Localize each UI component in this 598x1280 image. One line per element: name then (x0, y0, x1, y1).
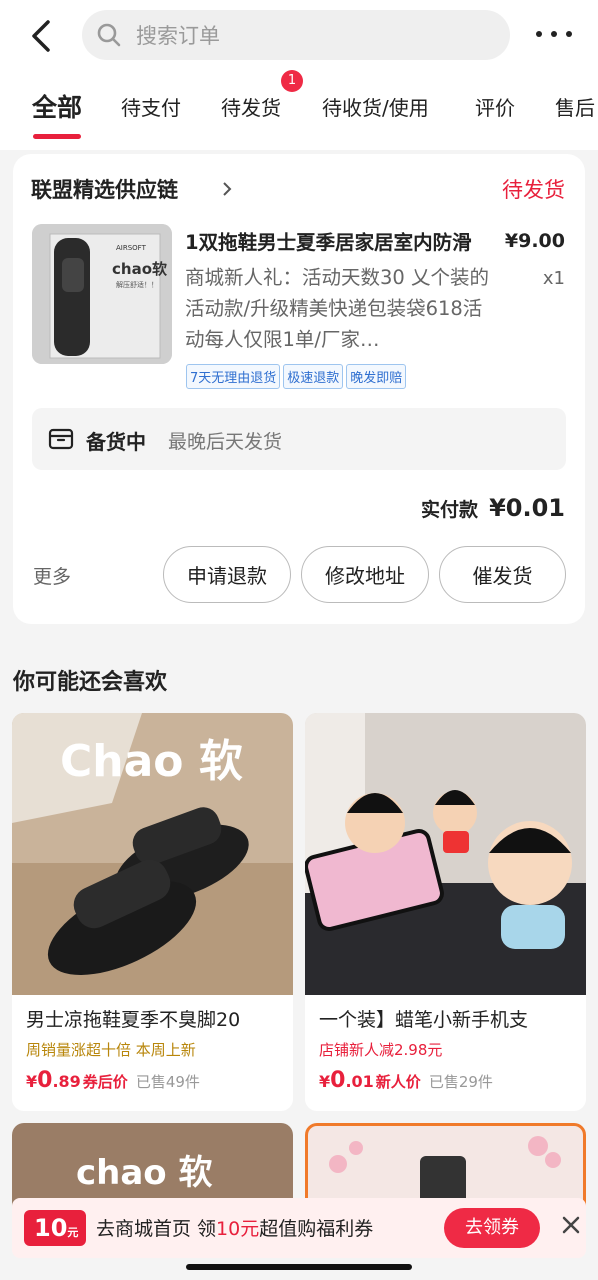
paid-amount: 实付款 ¥0.01 (421, 494, 565, 522)
refund-button[interactable]: 申请退款 (163, 546, 291, 603)
product-image: Chao 软 (12, 713, 293, 995)
recommend-price: ¥0.01 新人价 已售29件 (319, 1068, 493, 1093)
tab-review[interactable]: 评价 (475, 92, 515, 121)
search-icon (97, 23, 121, 47)
search-placeholder: 搜索订单 (136, 24, 220, 48)
claim-coupon-button[interactable]: 去领券 (444, 1208, 540, 1248)
recommend-title: 你可能还会喜欢 (13, 670, 168, 695)
paid-value: ¥0.01 (489, 494, 565, 522)
prep-status-note: 最晚后天发货 (168, 431, 283, 453)
header: 搜索订单 全部 待支付 待发货 1 待收货/使用 评价 售后 (0, 0, 598, 150)
product-name[interactable]: 1双拖鞋男士夏季居家居室内防滑 (185, 226, 490, 255)
order-tabs: 全部 待支付 待发货 1 待收货/使用 评价 售后 (0, 70, 598, 144)
home-indicator (186, 1264, 412, 1270)
product-quantity: x1 (542, 268, 565, 289)
search-bar[interactable]: 搜索订单 (82, 10, 510, 60)
tag-7day-return: 7天无理由退货 (186, 364, 281, 389)
order-card[interactable]: 联盟精选供应链 待发货 AIRSOFT chao软 解压舒适！！ 1双拖鞋男士夏… (13, 154, 585, 624)
product-price: ¥9.00 (504, 230, 565, 252)
recommend-item[interactable]: Chao 软 男士凉拖鞋夏季不臭脚20 周销量涨超十倍 本周上新 ¥0.89 券后… (12, 713, 293, 1111)
tab-badge: 1 (281, 70, 303, 92)
product-image-text: chao 软 (76, 1153, 213, 1193)
service-tags: 7天无理由退货 极速退款 晚发即赔 (186, 364, 407, 389)
coupon-banner[interactable]: 10元 去商城首页 领10元超值购福利券 去领券 (12, 1198, 586, 1258)
recommend-price: ¥0.89 券后价 已售49件 (26, 1068, 200, 1093)
shipping-prep-box[interactable]: 备货中 最晚后天发货 (32, 408, 566, 470)
tab-pending-shipment[interactable]: 待发货 (221, 92, 281, 121)
prep-status-label: 备货中 (86, 430, 146, 454)
urge-shipment-button[interactable]: 催发货 (439, 546, 566, 603)
product-description: 商城新人礼：活动天数30 乂个装的活动款/升级精美快递包装袋618活动每人仅限1… (185, 266, 490, 351)
close-icon[interactable] (562, 1216, 580, 1234)
recommend-item[interactable]: 一个装】蜡笔小新手机支 店铺新人减2.98元 ¥0.01 新人价 已售29件 (305, 713, 586, 1111)
product-thumbnail[interactable]: AIRSOFT chao软 解压舒适！！ (32, 224, 172, 364)
tag-fast-refund: 极速退款 (283, 364, 344, 389)
tab-active-indicator (33, 134, 81, 139)
thumb-brand: AIRSOFT (116, 244, 146, 252)
thumb-sub-text: 解压舒适！！ (116, 281, 158, 289)
recommend-name: 男士凉拖鞋夏季不臭脚20 (26, 1009, 241, 1031)
banner-text: 去商城首页 领10元超值购福利券 (96, 1218, 374, 1240)
more-options-icon[interactable] (536, 22, 572, 46)
recommend-name: 一个装】蜡笔小新手机支 (319, 1009, 529, 1031)
order-status: 待发货 (502, 178, 565, 202)
tab-pending-receipt[interactable]: 待收货/使用 (322, 92, 429, 121)
more-button[interactable]: 更多 (33, 562, 71, 589)
product-image (305, 713, 586, 995)
tag-late-compensation: 晚发即赔 (346, 364, 407, 389)
product-image-text: Chao 软 (60, 736, 243, 787)
coupon-badge: 10元 (24, 1210, 86, 1246)
tab-pending-payment[interactable]: 待支付 (121, 92, 181, 121)
tab-all[interactable]: 全部 (32, 88, 82, 124)
recommend-sub: 周销量涨超十倍 本周上新 (26, 1041, 196, 1059)
paid-label: 实付款 (420, 499, 478, 521)
thumb-big-text: chao软 (112, 260, 167, 278)
back-arrow-icon[interactable] (28, 16, 58, 56)
tab-after-sales[interactable]: 售后 (555, 92, 595, 121)
change-address-button[interactable]: 修改地址 (301, 546, 429, 603)
recommend-sub: 店铺新人减2.98元 (319, 1041, 443, 1059)
shop-name[interactable]: 联盟精选供应链 (31, 174, 178, 204)
chevron-right-icon (223, 182, 232, 196)
package-icon (48, 428, 74, 450)
